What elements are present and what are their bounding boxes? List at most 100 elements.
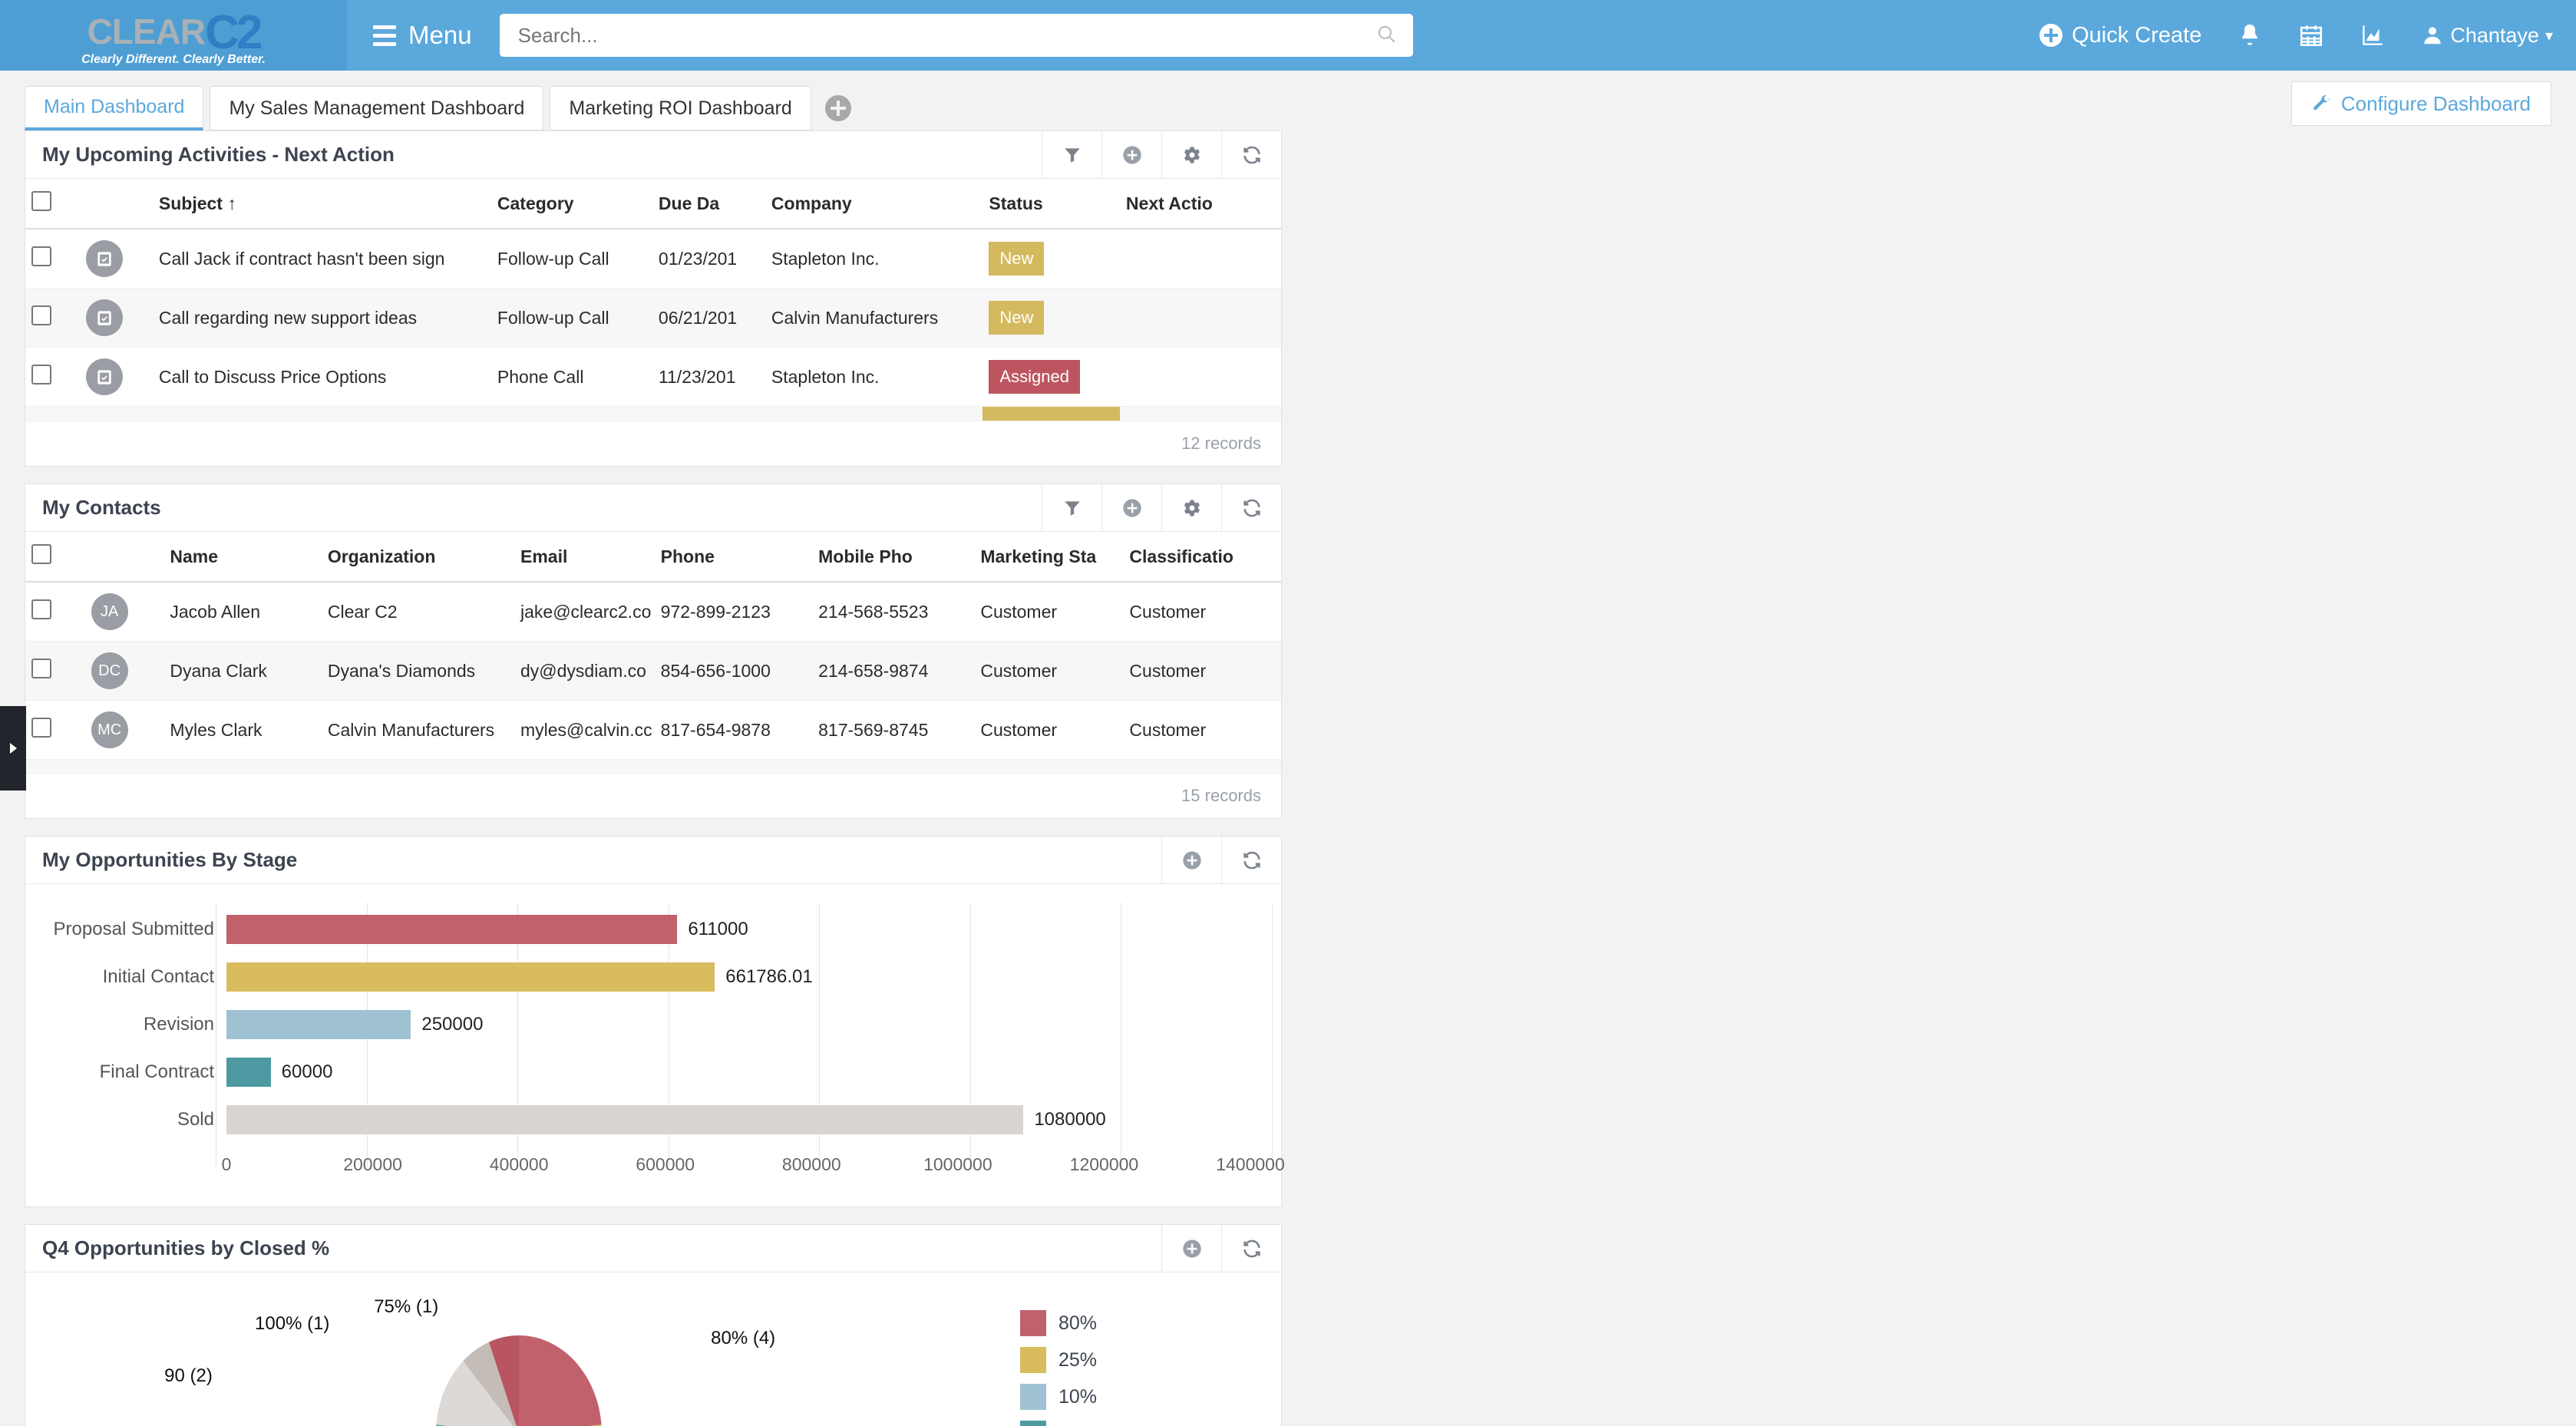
app-logo[interactable]: CLEARC2 Clearly Different. Clearly Bette…	[0, 0, 347, 71]
row-checkbox-cell[interactable]	[25, 347, 81, 407]
tab-main-dashboard[interactable]: Main Dashboard	[25, 86, 204, 130]
bar[interactable]	[226, 962, 715, 992]
select-all-header[interactable]	[25, 532, 85, 583]
col-organization[interactable]: Organization	[321, 532, 514, 583]
activity-company[interactable]: Stapleton Inc.	[765, 347, 983, 407]
table-row[interactable]: Call Jack if contract hasn't been sign F…	[25, 229, 1281, 289]
row-checkbox-cell[interactable]	[25, 641, 85, 701]
col-mobile-phone[interactable]: Mobile Pho	[812, 532, 975, 583]
col-status[interactable]: Status	[983, 179, 1120, 229]
bar[interactable]	[226, 1105, 1024, 1134]
search-input[interactable]	[499, 14, 1413, 57]
activity-due-date: 06/21/201	[652, 288, 765, 348]
col-subject[interactable]: Subject ↑	[152, 179, 491, 229]
add-icon[interactable]	[1161, 837, 1221, 883]
gear-icon[interactable]	[1161, 131, 1221, 178]
legend-item[interactable]: 10%	[1020, 1384, 1258, 1410]
add-tab-icon[interactable]	[824, 95, 851, 121]
activities-table-wrap: Subject ↑ Category Due Da Company Status…	[25, 179, 1281, 421]
add-icon[interactable]	[1101, 131, 1161, 178]
table-row-partial[interactable]	[25, 759, 1281, 774]
refresh-icon[interactable]	[1221, 484, 1281, 531]
row-checkbox-cell[interactable]	[25, 582, 85, 642]
legend-item[interactable]: 25%	[1020, 1347, 1258, 1373]
contact-mobile: 214-658-9874	[812, 641, 975, 701]
row-checkbox[interactable]	[31, 599, 51, 619]
row-checkbox[interactable]	[31, 659, 51, 678]
contact-organization[interactable]: Dyana's Diamonds	[321, 641, 514, 701]
contact-name[interactable]: Myles Clark	[163, 700, 322, 760]
select-all-header[interactable]	[25, 179, 81, 229]
col-next-action[interactable]: Next Actio	[1119, 179, 1281, 229]
contact-phone: 817-654-9878	[654, 700, 813, 760]
row-checkbox[interactable]	[31, 305, 51, 325]
table-row[interactable]: Call regarding new support ideas Follow-…	[25, 288, 1281, 348]
activity-category: Follow-up Call	[490, 288, 652, 348]
activity-company[interactable]: Stapleton Inc.	[765, 229, 983, 289]
row-checkbox-cell[interactable]	[25, 288, 81, 348]
select-all-checkbox[interactable]	[31, 544, 51, 564]
activity-subject[interactable]: Call Jack if contract hasn't been sign	[152, 229, 491, 289]
activity-status-cell: New	[983, 288, 1120, 348]
gear-icon[interactable]	[1161, 484, 1221, 531]
row-checkbox-cell[interactable]	[25, 229, 81, 289]
refresh-icon[interactable]	[1221, 131, 1281, 178]
sidebar-expand-handle[interactable]	[0, 706, 26, 791]
user-icon	[2424, 27, 2441, 45]
col-due-date[interactable]: Due Da	[652, 179, 765, 229]
search-box[interactable]	[499, 14, 1413, 57]
bar[interactable]	[226, 1010, 411, 1039]
row-checkbox-cell[interactable]	[25, 700, 85, 760]
row-checkbox[interactable]	[31, 365, 51, 385]
quick-create-button[interactable]: Quick Create	[2039, 23, 2201, 48]
table-row[interactable]: MC Myles Clark Calvin Manufacturers myle…	[25, 700, 1281, 760]
refresh-icon[interactable]	[1221, 837, 1281, 883]
contact-email[interactable]: jake@clearc2.co	[514, 582, 655, 642]
x-axis-tick-label: 200000	[343, 1154, 402, 1174]
activity-subject[interactable]: Call to Discuss Price Options	[152, 347, 491, 407]
configure-dashboard-button[interactable]: Configure Dashboard	[2290, 81, 2551, 126]
table-row[interactable]: DC Dyana Clark Dyana's Diamonds dy@dysdi…	[25, 641, 1281, 701]
row-checkbox[interactable]	[31, 246, 51, 266]
row-checkbox[interactable]	[31, 718, 51, 738]
col-company[interactable]: Company	[765, 179, 983, 229]
add-icon[interactable]	[1161, 1225, 1221, 1272]
calendar-icon[interactable]	[2298, 22, 2324, 48]
bar[interactable]	[226, 915, 678, 944]
refresh-icon[interactable]	[1221, 1225, 1281, 1272]
menu-button[interactable]: Menu	[373, 21, 472, 50]
col-category[interactable]: Category	[490, 179, 652, 229]
tab-sales-management-dashboard[interactable]: My Sales Management Dashboard	[210, 86, 544, 130]
filter-icon[interactable]	[1042, 484, 1101, 531]
contact-email[interactable]: dy@dysdiam.co	[514, 641, 655, 701]
user-name: Chantaye	[2450, 23, 2539, 47]
contact-name[interactable]: Dyana Clark	[163, 641, 322, 701]
contact-organization[interactable]: Clear C2	[321, 582, 514, 642]
chart-icon[interactable]	[2360, 22, 2386, 48]
table-row[interactable]: JA Jacob Allen Clear C2 jake@clearc2.co …	[25, 582, 1281, 642]
filter-icon[interactable]	[1042, 131, 1101, 178]
bell-icon[interactable]	[2237, 22, 2263, 48]
contact-email[interactable]: myles@calvin.cc	[514, 700, 655, 760]
col-name[interactable]: Name	[163, 532, 322, 583]
table-row-partial[interactable]	[25, 406, 1281, 421]
legend-item[interactable]: 80%	[1020, 1310, 1258, 1336]
activity-due-date: 11/23/201	[652, 347, 765, 407]
pie-slice[interactable]	[519, 1335, 602, 1426]
activity-company[interactable]: Calvin Manufacturers	[765, 288, 983, 348]
user-menu[interactable]: Chantaye ▾	[2421, 24, 2553, 48]
x-axis-tick-label: 600000	[636, 1154, 695, 1174]
col-email[interactable]: Email	[514, 532, 655, 583]
select-all-checkbox[interactable]	[31, 191, 51, 211]
table-row[interactable]: Call to Discuss Price Options Phone Call…	[25, 347, 1281, 407]
legend-item[interactable]: 50%	[1020, 1421, 1258, 1426]
col-phone[interactable]: Phone	[654, 532, 813, 583]
bar[interactable]	[226, 1058, 271, 1087]
add-icon[interactable]	[1101, 484, 1161, 531]
activity-subject[interactable]: Call regarding new support ideas	[152, 288, 491, 348]
tab-marketing-roi-dashboard[interactable]: Marketing ROI Dashboard	[550, 86, 811, 130]
contact-organization[interactable]: Calvin Manufacturers	[321, 700, 514, 760]
contact-name[interactable]: Jacob Allen	[163, 582, 322, 642]
col-marketing-stage[interactable]: Marketing Sta	[974, 532, 1124, 583]
col-classification[interactable]: Classificatio	[1123, 532, 1281, 583]
